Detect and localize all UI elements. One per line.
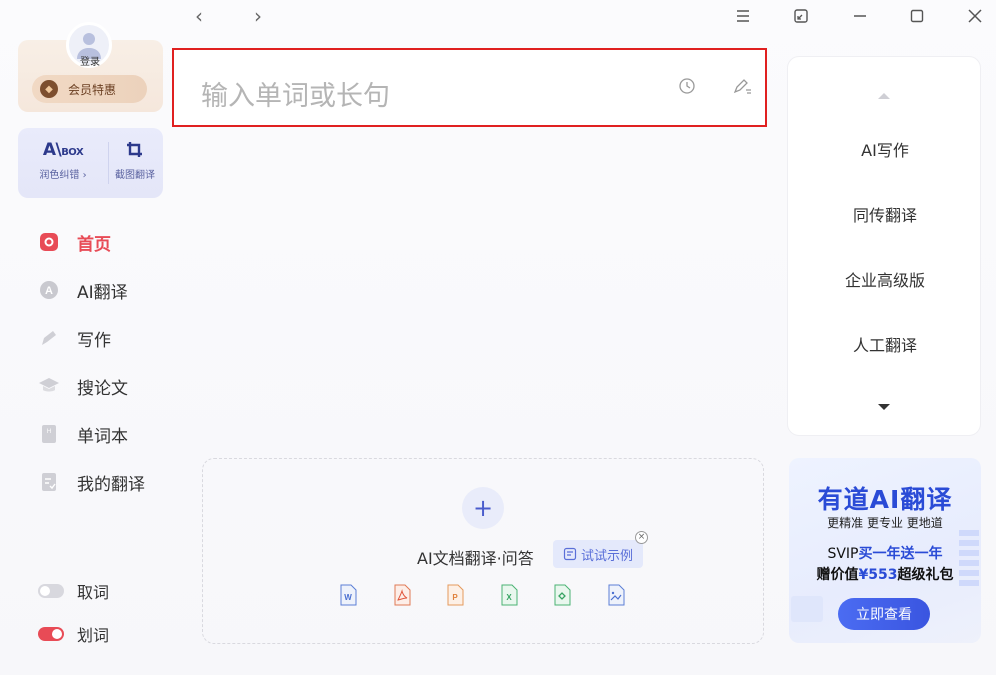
document-icon — [38, 471, 60, 493]
input-placeholder: 输入单词或长句 — [201, 81, 390, 112]
screenshot-translate-label: 截图翻译 — [115, 170, 155, 181]
sidebar-item-label: AI翻译 — [77, 282, 128, 303]
promo-view-button[interactable]: 立即查看 — [838, 598, 930, 630]
word-pick-label: 取词 — [77, 583, 110, 602]
scroll-up-icon[interactable] — [877, 85, 891, 104]
word-pick-toggle[interactable]: 取词 — [38, 578, 109, 604]
feature-panel: AI写作 同传翻译 企业高级版 人工翻译 — [787, 56, 981, 436]
ppt-file-icon: P — [444, 583, 466, 607]
aibox-logo: A\BOX — [42, 140, 84, 160]
minimize-icon[interactable] — [845, 3, 875, 29]
sidebar-item-label: 写作 — [77, 330, 111, 351]
image-file-icon — [605, 583, 627, 607]
sidebar-item-home[interactable]: 首页 — [38, 228, 111, 256]
vip-offer-button[interactable]: ◆ 会员特惠 — [32, 75, 147, 103]
excel-file-icon: X — [498, 583, 520, 607]
word-file-icon: W — [337, 583, 359, 607]
sidebar-item-search-papers[interactable]: 搜论文 — [38, 372, 128, 400]
graduation-cap-icon — [38, 375, 60, 397]
svg-text:X: X — [506, 593, 512, 602]
pdf-file-icon — [391, 583, 413, 607]
back-button[interactable]: ‹ — [195, 4, 203, 28]
home-icon — [38, 231, 60, 253]
scroll-down-icon[interactable] — [877, 396, 891, 415]
sidebar-item-writing[interactable]: 写作 — [38, 324, 111, 352]
sidebar-item-ai-translate[interactable]: A AI翻译 — [38, 276, 128, 304]
login-label[interactable]: 登录 — [75, 53, 105, 68]
close-icon[interactable]: × — [635, 531, 648, 544]
maximize-icon[interactable] — [902, 3, 932, 29]
svg-text:H: H — [47, 429, 51, 435]
feature-human-translation[interactable]: 人工翻译 — [788, 332, 982, 356]
forward-button[interactable]: › — [254, 4, 262, 28]
document-upload-area[interactable]: + AI文档翻译·问答 试试示例 × W P X — [202, 458, 764, 644]
promo-banner[interactable]: 有道AI翻译 更精准 更专业 更地道 SVIP买一年送一年 赠价值¥553超级礼… — [789, 458, 981, 643]
try-example-label: 试试示例 — [580, 548, 633, 564]
app-window: ‹ › 登录 ◆ 会员特惠 A\BOX 润色纠错 › 截图翻译 首页 A AI翻… — [0, 0, 996, 675]
svg-text:P: P — [452, 593, 458, 602]
select-translate-switch[interactable] — [38, 627, 64, 641]
feature-simultaneous-translation[interactable]: 同传翻译 — [788, 202, 982, 226]
word-pick-switch[interactable] — [38, 584, 64, 598]
promo-decoration — [791, 596, 823, 622]
sidebar-item-my-translations[interactable]: 我的翻译 — [38, 468, 145, 496]
sidebar-item-wordbook[interactable]: H 单词本 — [38, 420, 128, 448]
sidebar-item-label: 我的翻译 — [77, 474, 145, 495]
edit-icon[interactable] — [732, 76, 754, 98]
epub-file-icon — [551, 583, 573, 607]
sidebar-item-label: 首页 — [77, 234, 111, 255]
add-document-button[interactable]: + — [462, 487, 504, 529]
notebook-icon: H — [38, 423, 60, 445]
polish-correct-button[interactable]: A\BOX 润色纠错 › — [28, 140, 98, 181]
select-translate-label: 划词 — [77, 626, 110, 645]
select-translate-toggle[interactable]: 划词 — [38, 621, 109, 647]
try-example-button[interactable]: 试试示例 — [553, 540, 643, 568]
sidebar-item-label: 单词本 — [77, 426, 128, 447]
translation-input[interactable]: 输入单词或长句 — [172, 48, 767, 127]
sidebar-item-label: 搜论文 — [77, 378, 128, 399]
close-icon[interactable] — [960, 3, 990, 29]
menu-icon[interactable] — [728, 3, 758, 29]
svg-text:W: W — [344, 593, 352, 602]
promo-title: 有道AI翻译 — [817, 485, 953, 514]
svg-text:A: A — [45, 285, 53, 297]
screenshot-translate-button[interactable]: 截图翻译 — [110, 140, 160, 181]
crop-icon — [110, 140, 160, 160]
aibox-card: A\BOX 润色纠错 › 截图翻译 — [18, 128, 163, 198]
example-icon — [563, 547, 577, 561]
polish-correct-label: 润色纠错 › — [39, 170, 87, 181]
aibox-divider — [108, 142, 109, 184]
promo-offer-line1: SVIP买一年送一年 — [827, 546, 943, 562]
document-translate-title: AI文档翻译·问答 — [417, 549, 534, 568]
ai-translate-icon: A — [38, 279, 60, 301]
mini-window-icon[interactable] — [786, 3, 816, 29]
vip-gem-icon: ◆ — [40, 80, 58, 98]
promo-subtitle: 更精准 更专业 更地道 — [827, 516, 943, 530]
promo-offer-line2: 赠价值¥553超级礼包 — [816, 567, 954, 583]
pen-icon — [38, 327, 60, 349]
feature-ai-writing[interactable]: AI写作 — [788, 137, 982, 161]
history-icon[interactable] — [677, 76, 699, 98]
feature-enterprise[interactable]: 企业高级版 — [788, 267, 982, 291]
vip-offer-label: 会员特惠 — [68, 82, 117, 97]
